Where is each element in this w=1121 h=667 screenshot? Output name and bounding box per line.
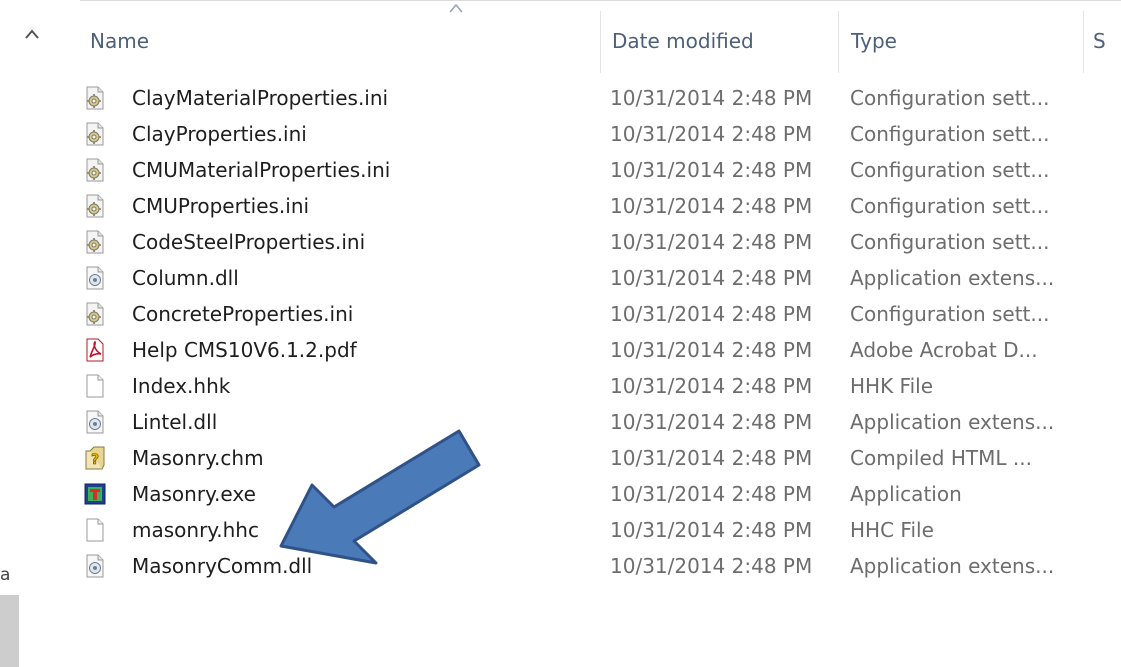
file-type: Application	[850, 482, 962, 506]
file-date-modified: 10/31/2014 2:48 PM	[610, 410, 813, 434]
file-type: HHC File	[850, 518, 934, 542]
nav-scrollbar-thumb[interactable]	[0, 595, 19, 667]
file-row[interactable]: ClayProperties.ini 10/31/2014 2:48 PM Co…	[80, 115, 1121, 151]
file-name: CMUMaterialProperties.ini	[132, 158, 391, 182]
file-type: Configuration sett...	[850, 122, 1050, 146]
file-row[interactable]: ClayMaterialProperties.ini 10/31/2014 2:…	[80, 79, 1121, 115]
file-date-modified: 10/31/2014 2:48 PM	[610, 518, 813, 542]
file-name: ConcreteProperties.ini	[132, 302, 354, 326]
file-date-modified: 10/31/2014 2:48 PM	[610, 86, 813, 110]
file-row[interactable]: Column.dll 10/31/2014 2:48 PM Applicatio…	[80, 259, 1121, 295]
column-divider[interactable]	[838, 11, 839, 73]
column-header-type[interactable]: Type	[851, 29, 897, 53]
file-type: Configuration sett...	[850, 230, 1050, 254]
dll-file-icon	[84, 266, 106, 290]
chm-help-icon: ?	[84, 446, 106, 470]
config-file-icon	[84, 230, 106, 254]
sort-ascending-icon	[449, 3, 463, 13]
column-header-date-modified[interactable]: Date modified	[612, 29, 754, 53]
file-name: Index.hhk	[132, 374, 231, 398]
file-date-modified: 10/31/2014 2:48 PM	[610, 122, 813, 146]
file-name: MasonryComm.dll	[132, 554, 313, 578]
column-header-size[interactable]: S	[1093, 29, 1106, 53]
config-file-icon	[84, 158, 106, 182]
file-name: Column.dll	[132, 266, 239, 290]
file-row[interactable]: MasonryComm.dll 10/31/2014 2:48 PM Appli…	[80, 547, 1121, 583]
file-type: HHK File	[850, 374, 934, 398]
file-name: Lintel.dll	[132, 410, 218, 434]
file-type: Application extens...	[850, 554, 1055, 578]
config-file-icon	[84, 194, 106, 218]
column-header-bar: Name Date modified Type S	[80, 0, 1121, 85]
file-date-modified: 10/31/2014 2:48 PM	[610, 194, 813, 218]
file-explorer-window: a Name Date modified Type S ClayMaterial…	[0, 0, 1121, 667]
file-date-modified: 10/31/2014 2:48 PM	[610, 374, 813, 398]
exe-app-icon	[84, 482, 106, 506]
file-date-modified: 10/31/2014 2:48 PM	[610, 338, 813, 362]
file-date-modified: 10/31/2014 2:48 PM	[610, 446, 813, 470]
file-type: Application extens...	[850, 266, 1055, 290]
column-divider[interactable]	[600, 11, 601, 73]
file-date-modified: 10/31/2014 2:48 PM	[610, 158, 813, 182]
nav-item-fragment[interactable]: a	[0, 565, 10, 585]
file-row[interactable]: ? Masonry.chm 10/31/2014 2:48 PM Compile…	[80, 439, 1121, 475]
file-type: Configuration sett...	[850, 158, 1050, 182]
file-row[interactable]: Lintel.dll 10/31/2014 2:48 PM Applicatio…	[80, 403, 1121, 439]
file-list: ClayMaterialProperties.ini 10/31/2014 2:…	[80, 79, 1121, 583]
file-type: Configuration sett...	[850, 86, 1050, 110]
config-file-icon	[84, 86, 106, 110]
file-type: Configuration sett...	[850, 302, 1050, 326]
file-date-modified: 10/31/2014 2:48 PM	[610, 302, 813, 326]
file-type: Compiled HTML ...	[850, 446, 1032, 470]
file-name: Help CMS10V6.1.2.pdf	[132, 338, 357, 362]
svg-text:?: ?	[91, 452, 99, 468]
config-file-icon	[84, 302, 106, 326]
dll-file-icon	[84, 554, 106, 578]
file-row[interactable]: CodeSteelProperties.ini 10/31/2014 2:48 …	[80, 223, 1121, 259]
file-row[interactable]: Help CMS10V6.1.2.pdf 10/31/2014 2:48 PM …	[80, 331, 1121, 367]
file-row[interactable]: Masonry.exe 10/31/2014 2:48 PM Applicati…	[80, 475, 1121, 511]
file-date-modified: 10/31/2014 2:48 PM	[610, 266, 813, 290]
file-name: ClayProperties.ini	[132, 122, 307, 146]
collapse-chevron-icon[interactable]	[22, 24, 42, 44]
file-name: CMUProperties.ini	[132, 194, 310, 218]
file-name: masonry.hhc	[132, 518, 259, 542]
column-header-name[interactable]: Name	[90, 29, 149, 53]
file-name: Masonry.chm	[132, 446, 264, 470]
file-name: CodeSteelProperties.ini	[132, 230, 366, 254]
file-date-modified: 10/31/2014 2:48 PM	[610, 482, 813, 506]
file-row[interactable]: CMUMaterialProperties.ini 10/31/2014 2:4…	[80, 151, 1121, 187]
blank-file-icon	[84, 518, 106, 542]
file-row[interactable]: CMUProperties.ini 10/31/2014 2:48 PM Con…	[80, 187, 1121, 223]
file-type: Application extens...	[850, 410, 1055, 434]
pdf-file-icon	[84, 338, 106, 362]
column-divider[interactable]	[1083, 11, 1084, 73]
file-row[interactable]: masonry.hhc 10/31/2014 2:48 PM HHC File	[80, 511, 1121, 547]
navigation-pane: a	[0, 0, 80, 667]
file-date-modified: 10/31/2014 2:48 PM	[610, 230, 813, 254]
file-name: Masonry.exe	[132, 482, 256, 506]
file-row[interactable]: ConcreteProperties.ini 10/31/2014 2:48 P…	[80, 295, 1121, 331]
file-date-modified: 10/31/2014 2:48 PM	[610, 554, 813, 578]
dll-file-icon	[84, 410, 106, 434]
config-file-icon	[84, 122, 106, 146]
file-row[interactable]: Index.hhk 10/31/2014 2:48 PM HHK File	[80, 367, 1121, 403]
blank-file-icon	[84, 374, 106, 398]
file-type: Configuration sett...	[850, 194, 1050, 218]
file-name: ClayMaterialProperties.ini	[132, 86, 389, 110]
file-type: Adobe Acrobat D...	[850, 338, 1038, 362]
